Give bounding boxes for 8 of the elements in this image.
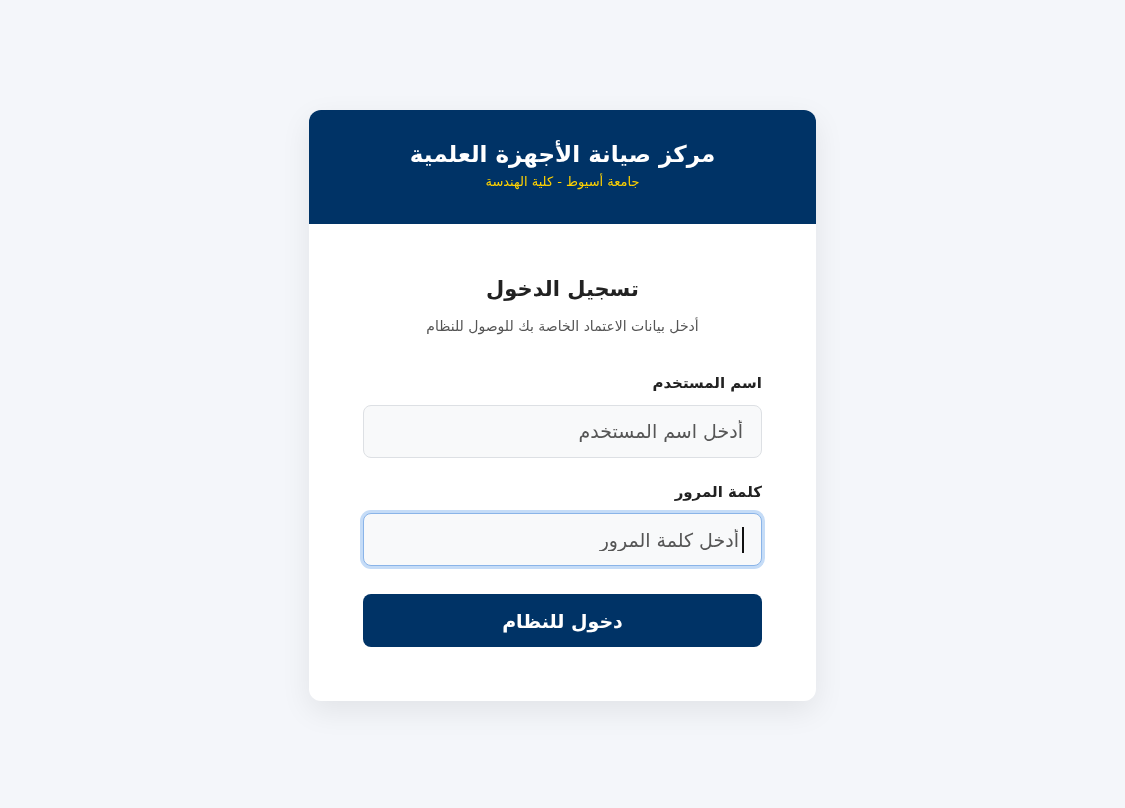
login-description: أدخل بيانات الاعتماد الخاصة بك للوصول للنظام <box>425 318 700 336</box>
login-heading: تسجيل الدخول <box>485 276 640 303</box>
field-label: اسم المستخدم <box>652 373 762 393</box>
text-cursor-icon <box>742 527 744 554</box>
header-subtitle: جامعة أسيوط - كلية الهندسة <box>485 174 640 191</box>
field-label: كلمة المرور <box>674 482 762 502</box>
login-button[interactable]: دخول للنظام <box>363 594 762 648</box>
header-title: مركز صيانة الأجهزة العلمية <box>409 139 716 169</box>
